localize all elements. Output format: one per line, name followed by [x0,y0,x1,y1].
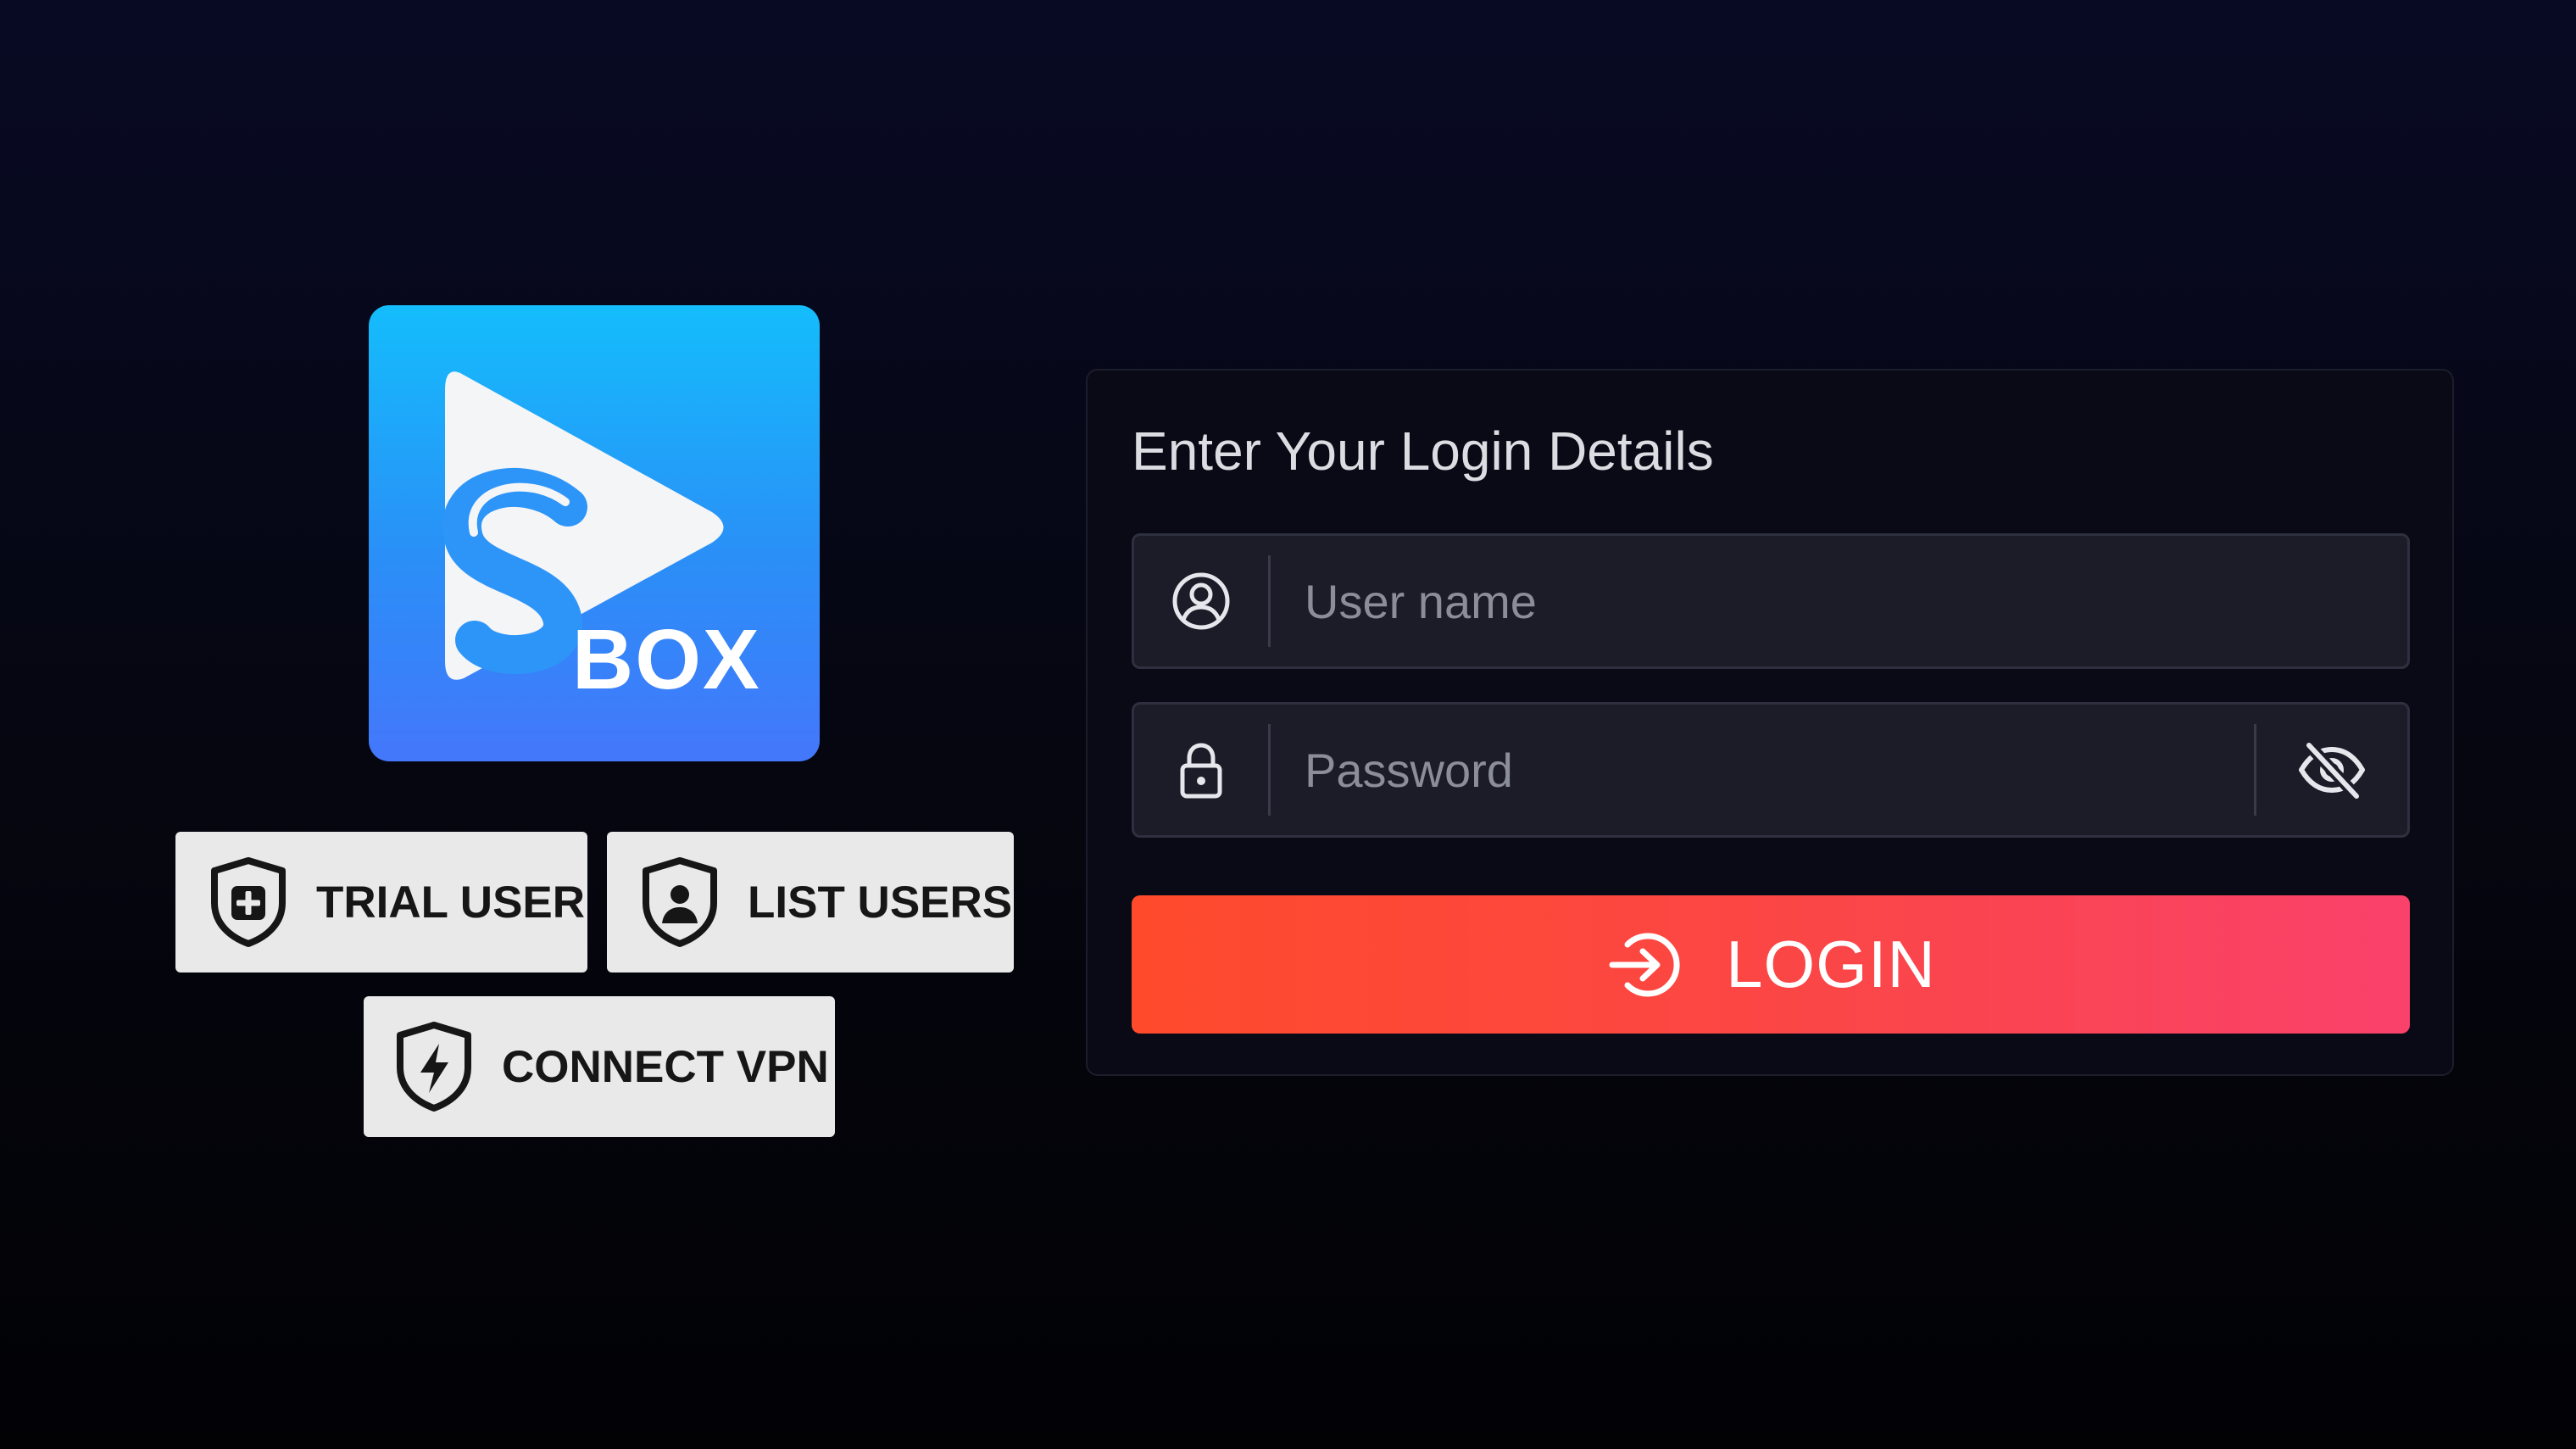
sbox-logo-icon: BOX [442,371,761,707]
password-input[interactable] [1271,704,2254,836]
login-button[interactable]: LOGIN [1132,895,2410,1034]
login-arrow-icon [1605,924,1687,1006]
user-circle-icon [1134,536,1268,666]
username-input[interactable] [1271,535,2407,667]
shield-user-icon [637,855,722,949]
eye-off-icon[interactable] [2256,705,2407,835]
lock-icon [1134,705,1268,835]
trial-user-label: TRIAL USER [316,877,586,928]
logo-text: BOX [572,612,761,707]
login-button-label: LOGIN [1726,927,1936,1001]
login-card: Enter Your Login Details User name LOGIN [1086,369,2454,1076]
shield-bolt-icon [392,1020,476,1113]
connect-vpn-button[interactable]: CONNECT VPN [364,996,835,1137]
app-logo: BOX [369,305,820,761]
username-field[interactable] [1132,533,2410,669]
connect-vpn-label: CONNECT VPN [502,1041,829,1092]
password-field[interactable] [1132,702,2410,838]
shield-plus-icon [206,855,291,949]
trial-user-button[interactable]: TRIAL USER [175,832,587,973]
list-users-label: LIST USERS [748,877,1013,928]
list-users-button[interactable]: LIST USERS [607,832,1014,973]
login-title: Enter Your Login Details [1132,421,1714,482]
